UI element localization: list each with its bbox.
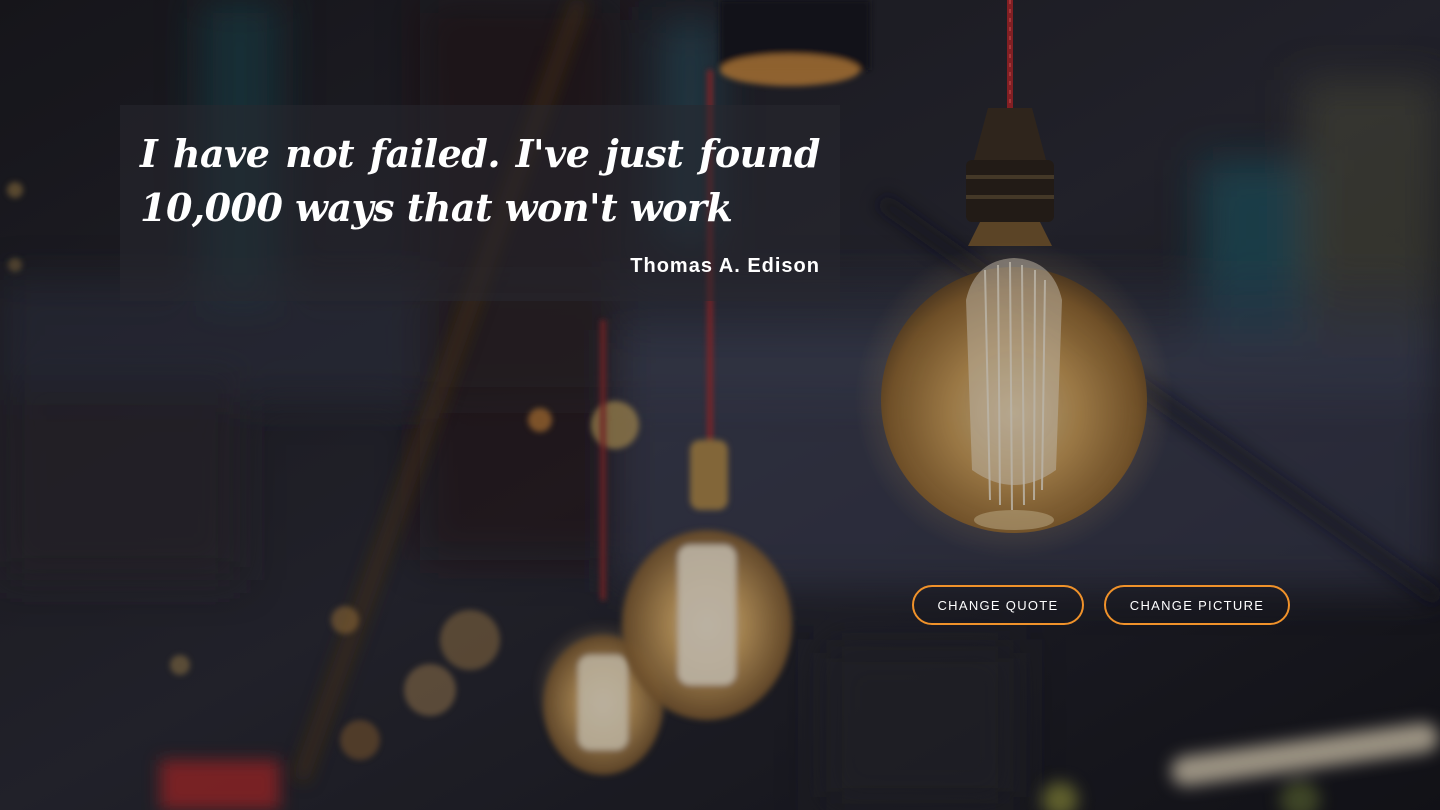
change-picture-button[interactable]: CHANGE PICTURE (1104, 585, 1290, 625)
quote-author: Thomas A. Edison (630, 255, 820, 277)
change-quote-button[interactable]: CHANGE QUOTE (912, 585, 1084, 625)
quote-box: I have not failed. I've just found 10,00… (120, 105, 840, 301)
quote-page: I have not failed. I've just found 10,00… (0, 0, 1440, 810)
quote-text: I have not failed. I've just found 10,00… (140, 131, 821, 230)
